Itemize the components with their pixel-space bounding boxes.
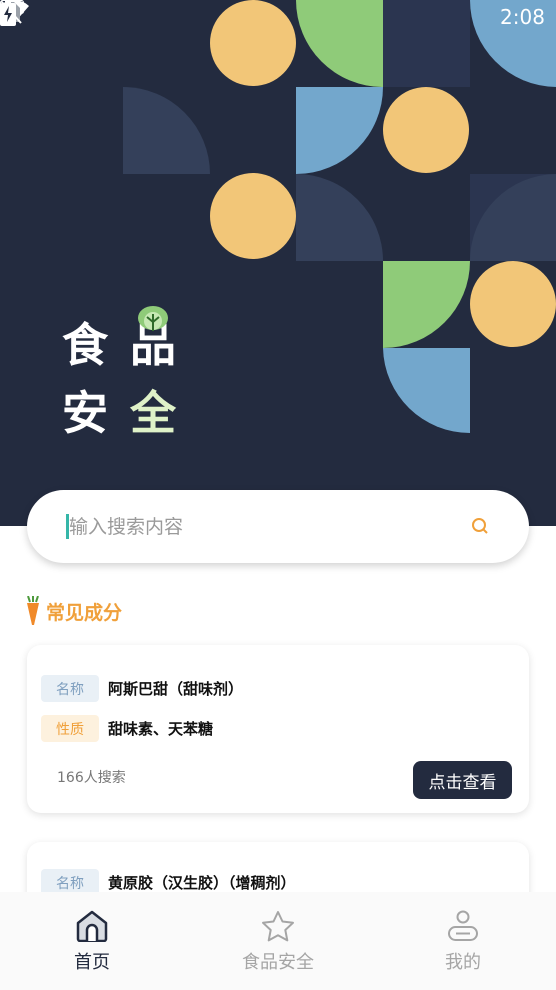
ingredient-name: 黄原胶（汉生胶）（增稠剂） (108, 874, 296, 892)
property-tag: 性质 (41, 715, 99, 742)
profile-icon (448, 910, 478, 941)
property-row: 性质 甜味素、天苯糖 (41, 715, 213, 742)
battery-charging-icon (0, 0, 16, 26)
search-icon[interactable] (471, 517, 489, 535)
hero-banner: 2:08 食 品 安 全 (0, 0, 556, 526)
name-tag: 名称 (41, 675, 99, 702)
bottom-tab-bar: 首页 食品安全 我的 (0, 892, 556, 990)
tab-home[interactable]: 首页 (22, 892, 162, 990)
carrot-icon (27, 596, 39, 625)
tab-label: 食品安全 (242, 952, 314, 973)
name-row: 名称 阿斯巴甜（甜味剂） (41, 675, 243, 702)
tab-label: 首页 (74, 952, 110, 973)
tab-food-safety[interactable]: 食品安全 (208, 892, 348, 990)
hero-pattern (123, 0, 556, 433)
search-bar[interactable] (27, 490, 529, 563)
hero-title-char: 食 (62, 318, 108, 372)
star-icon (262, 911, 294, 942)
home-icon (76, 910, 108, 942)
lettuce-icon (138, 306, 168, 331)
tab-label: 我的 (445, 952, 481, 973)
status-time: 2:08 (500, 5, 545, 29)
search-input[interactable] (69, 508, 449, 546)
status-bar: 2:08 (0, 0, 556, 38)
view-details-button[interactable]: 点击查看 (413, 761, 512, 799)
section-title: 常见成分 (46, 601, 123, 624)
tab-profile[interactable]: 我的 (393, 892, 533, 990)
section-header: 常见成分 (24, 595, 122, 627)
hero-title-char: 全 (130, 386, 176, 440)
hero-title-char: 安 (62, 386, 108, 440)
ingredient-name: 阿斯巴甜（甜味剂） (108, 680, 244, 698)
ingredient-card[interactable]: 名称 阿斯巴甜（甜味剂） 性质 甜味素、天苯糖 166人搜索 点击查看 (27, 645, 529, 813)
ingredient-property: 甜味素、天苯糖 (108, 720, 214, 738)
search-count: 166人搜索 (57, 770, 126, 786)
